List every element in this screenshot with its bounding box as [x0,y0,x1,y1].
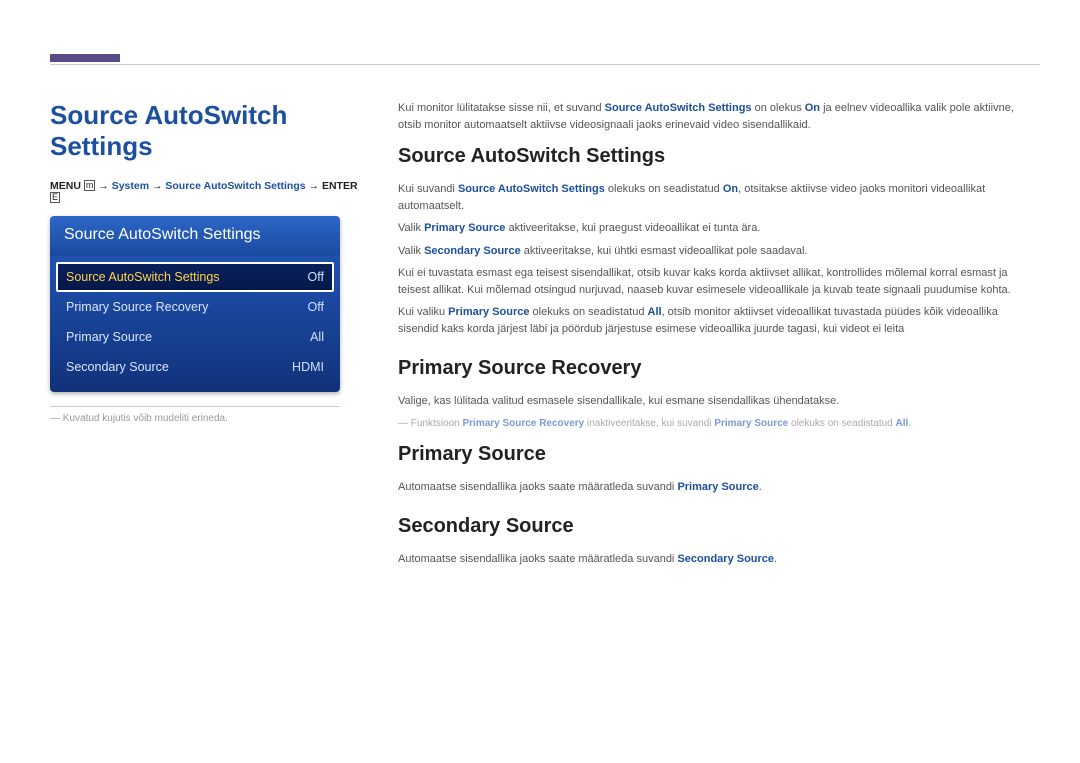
term-primary-source: Primary Source [677,481,758,493]
term-primary-source: Primary Source [714,418,788,429]
term-primary-source: Primary Source [448,306,529,318]
text: Valik [398,245,424,257]
page-content: Source AutoSwitch Settings MENU m → Syst… [0,0,1080,614]
osd-row-value: Off [308,300,324,314]
text: Kui suvandi [398,183,458,195]
text: Automaatse sisendallika jaoks saate määr… [398,481,677,493]
term-sas: Source AutoSwitch Settings [605,102,752,114]
term-on: On [723,183,738,195]
osd-header: Source AutoSwitch Settings [50,216,340,256]
text: on olekus [752,102,805,114]
psr-note: Funktsioon Primary Source Recovery inakt… [398,416,1040,431]
text: olekuks on seadistatud [605,183,723,195]
text: aktiveeritakse, kui ühtki esmast videoal… [521,245,808,257]
psr-p1: Valige, kas lülitada valitud esmasele si… [398,393,1040,410]
osd-row-value: Off [308,270,324,284]
breadcrumb: MENU m → System → Source AutoSwitch Sett… [50,180,370,204]
term-secondary-source: Secondary Source [677,553,774,565]
osd-row-primary-recovery[interactable]: Primary Source Recovery Off [56,292,334,322]
page-title: Source AutoSwitch Settings [50,100,370,162]
intro-paragraph: Kui monitor lülitatakse sisse nii, et su… [398,100,1040,133]
breadcrumb-arrow-3: → [309,180,322,192]
text: olekuks on seadistatud [529,306,647,318]
sas-p1: Kui suvandi Source AutoSwitch Settings o… [398,181,1040,214]
ps-p1: Automaatse sisendallika jaoks saate määr… [398,479,1040,496]
heading-ps: Primary Source [398,439,1040,469]
text: aktiveeritakse, kui praegust videoallika… [505,222,760,234]
breadcrumb-item: Source AutoSwitch Settings [165,180,305,192]
text: inaktiveeritakse, kui suvandi [584,418,714,429]
left-column: Source AutoSwitch Settings MENU m → Syst… [50,100,370,574]
term-sas: Source AutoSwitch Settings [458,183,605,195]
term-primary-source: Primary Source [424,222,505,234]
footnote-dash: ― [50,413,60,424]
osd-row-label: Secondary Source [66,360,169,374]
breadcrumb-arrow-2: → [152,180,165,192]
sas-p4: Kui ei tuvastata esmast ega teisest sise… [398,265,1040,298]
footnote-text: Kuvatud kujutis võib mudeliti erineda. [63,413,228,424]
text: Kui monitor lülitatakse sisse nii, et su… [398,102,605,114]
osd-row-source-autoswitch[interactable]: Source AutoSwitch Settings Off [56,262,334,292]
breadcrumb-menu: MENU [50,180,81,192]
osd-row-label: Primary Source [66,330,152,344]
heading-ss: Secondary Source [398,511,1040,541]
osd-row-primary-source[interactable]: Primary Source All [56,322,334,352]
term-all: All [648,306,662,318]
enter-icon: E [50,192,60,203]
menu-icon: m [84,180,96,191]
heading-sas: Source AutoSwitch Settings [398,141,1040,171]
left-divider [50,406,340,407]
breadcrumb-arrow-1: → [98,180,111,192]
text: Valik [398,222,424,234]
term-secondary-source: Secondary Source [424,245,521,257]
text: Funktsioon [411,418,463,429]
osd-panel: Source AutoSwitch Settings Source AutoSw… [50,216,340,392]
term-all: All [896,418,909,429]
osd-row-secondary-source[interactable]: Secondary Source HDMI [56,352,334,382]
osd-row-label: Primary Source Recovery [66,300,208,314]
sas-p5: Kui valiku Primary Source olekuks on sea… [398,304,1040,337]
ss-p1: Automaatse sisendallika jaoks saate määr… [398,551,1040,568]
breadcrumb-enter: ENTER [322,180,358,192]
osd-row-value: HDMI [292,360,324,374]
text: . [908,418,911,429]
term-psr: Primary Source Recovery [462,418,584,429]
osd-row-label: Source AutoSwitch Settings [66,270,220,284]
header-accent [50,54,120,62]
text: olekuks on seadistatud [788,418,895,429]
heading-psr: Primary Source Recovery [398,353,1040,383]
term-on: On [805,102,820,114]
text: Kui valiku [398,306,448,318]
osd-row-value: All [310,330,324,344]
breadcrumb-system: System [112,180,149,192]
text: . [774,553,777,565]
sas-p2: Valik Primary Source aktiveeritakse, kui… [398,220,1040,237]
text: Automaatse sisendallika jaoks saate määr… [398,553,677,565]
sas-p3: Valik Secondary Source aktiveeritakse, k… [398,243,1040,260]
text: . [759,481,762,493]
header-rule [50,64,1040,65]
osd-body: Source AutoSwitch Settings Off Primary S… [50,256,340,392]
footnote: ― Kuvatud kujutis võib mudeliti erineda. [50,413,370,424]
right-column: Kui monitor lülitatakse sisse nii, et su… [398,100,1040,574]
